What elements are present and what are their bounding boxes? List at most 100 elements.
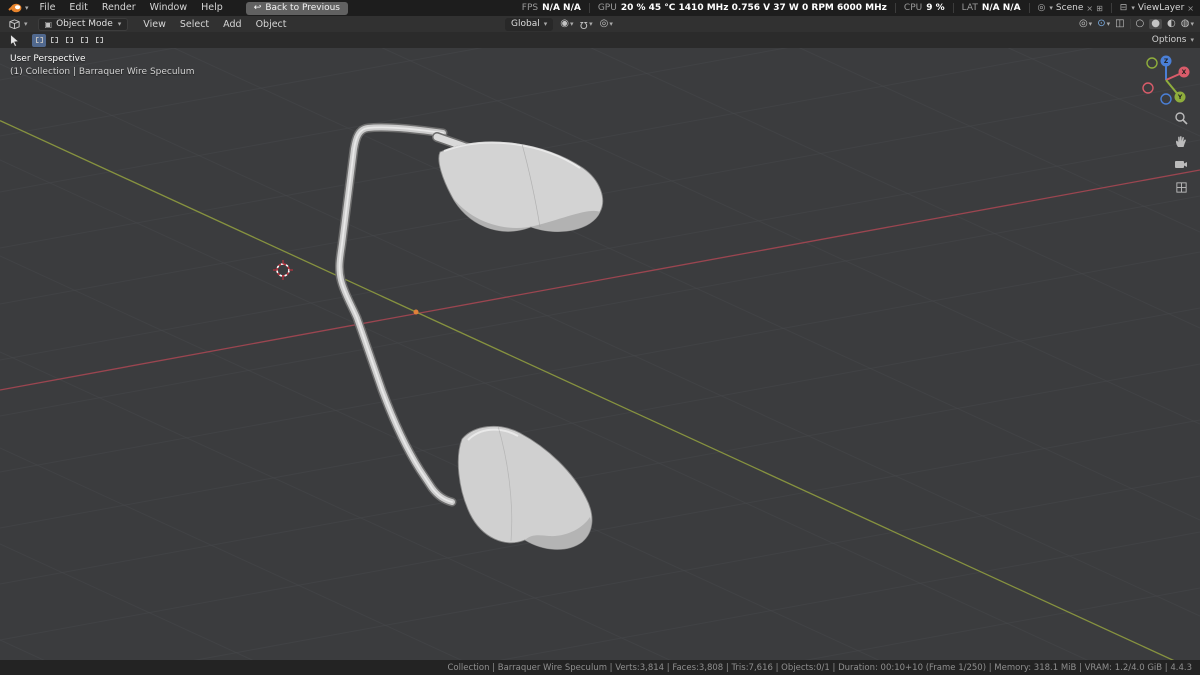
svg-text:X: X <box>1182 69 1187 76</box>
mode-label: Object Mode <box>56 19 113 29</box>
orientation-label: Global <box>511 19 540 29</box>
divider <box>1129 19 1131 29</box>
camera-view-button[interactable] <box>1173 156 1189 172</box>
select-tool-group <box>32 33 106 47</box>
blender-menu-button[interactable]: ▾ <box>4 2 33 14</box>
navigation-gizmo[interactable]: Z X Y <box>1140 52 1192 108</box>
shading-material-icon: ◐ <box>1167 18 1176 29</box>
menu-file[interactable]: File <box>33 0 63 16</box>
unlink-scene-icon[interactable]: × <box>1086 4 1093 13</box>
menu-edit[interactable]: Edit <box>62 0 94 16</box>
back-icon: ↩ <box>253 3 262 13</box>
gizmo-y-neg[interactable] <box>1146 57 1158 69</box>
fps-label: FPS <box>521 3 539 13</box>
shading-wireframe-button[interactable]: ○ <box>1136 19 1145 29</box>
menu-help[interactable]: Help <box>194 0 230 16</box>
active-object-overlay: (1) Collection | Barraquer Wire Speculum <box>10 67 195 77</box>
select-extend-tool-button[interactable] <box>47 34 61 47</box>
chevron-down-icon: ▾ <box>117 19 122 28</box>
viewlayer-name[interactable]: ViewLayer <box>1138 3 1184 13</box>
viewport-canvas[interactable] <box>0 48 1200 660</box>
menu-render[interactable]: Render <box>95 0 143 16</box>
select-invert-tool-button[interactable] <box>77 34 91 47</box>
zoom-button[interactable] <box>1173 110 1189 126</box>
viewport-nav-controls <box>1173 110 1189 195</box>
scene-selector[interactable]: ◎ ▾ Scene × ⊞ <box>1038 3 1103 13</box>
select-intersect-icon <box>95 37 103 43</box>
chevron-down-icon: ▾ <box>569 19 574 28</box>
shading-solid-icon: ● <box>1151 18 1161 29</box>
cpu-value: 9 % <box>926 3 945 13</box>
pan-button[interactable] <box>1173 133 1189 149</box>
pivot-icon: ◉ <box>560 18 569 29</box>
new-scene-icon[interactable]: ⊞ <box>1096 4 1103 13</box>
snap-toggle-button[interactable]: Ω ▾ <box>580 19 592 30</box>
menu-view[interactable]: View <box>136 19 173 30</box>
divider <box>1110 3 1112 13</box>
back-to-previous-button[interactable]: ↩ Back to Previous <box>245 1 348 15</box>
shading-rendered-button[interactable]: ◍ ▾ <box>1181 19 1194 29</box>
menu-select[interactable]: Select <box>173 19 216 30</box>
orientation-selector[interactable]: Global ▾ <box>505 17 554 31</box>
chevron-down-icon: ▾ <box>1049 3 1053 12</box>
fps-value: N/A N/A <box>542 3 581 13</box>
object-origin-dot[interactable] <box>413 309 419 315</box>
shading-material-button[interactable]: ◐ <box>1167 19 1176 29</box>
svg-text:Y: Y <box>1177 94 1183 101</box>
options-dropdown[interactable]: Options ▾ <box>1152 35 1194 45</box>
cpu-stat: CPU 9 % <box>904 3 945 13</box>
shading-rendered-icon: ◍ <box>1180 18 1190 29</box>
select-subtract-icon <box>65 37 73 43</box>
wire-highlight <box>338 126 453 503</box>
grid-lines-x <box>0 48 1200 660</box>
proportional-edit-button[interactable]: ◎ ▾ <box>600 19 613 29</box>
gizmo-x-neg[interactable] <box>1142 82 1154 94</box>
tweak-tool-button[interactable] <box>6 33 23 47</box>
xray-icon: ◫ <box>1115 18 1125 29</box>
select-invert-icon <box>80 37 88 43</box>
status-stats-text: Collection | Barraquer Wire Speculum | V… <box>447 662 1192 673</box>
fps-stat: FPS N/A N/A <box>522 3 581 13</box>
menu-add[interactable]: Add <box>216 19 248 30</box>
magnet-icon: Ω <box>580 19 589 30</box>
overlays-toggle-button[interactable]: ⊙ ▾ <box>1097 19 1110 29</box>
hand-icon <box>1176 136 1186 147</box>
scene-name[interactable]: Scene <box>1056 3 1083 13</box>
divider <box>1028 3 1030 13</box>
speculum-model[interactable] <box>334 122 604 550</box>
divider <box>952 3 954 13</box>
editor-type-button[interactable]: ▾ <box>6 18 30 30</box>
select-box-tool-button[interactable] <box>32 33 46 47</box>
select-box-icon <box>35 37 43 43</box>
gizmo-toggle-button[interactable]: ◎ ▾ <box>1079 19 1092 29</box>
shading-wireframe-icon: ○ <box>1135 18 1145 29</box>
gizmo-toggle-icon: ◎ <box>1078 18 1088 29</box>
gpu-stat: GPU 20 % 45 °C 1410 MHz 0.756 V 37 W 0 R… <box>598 3 887 13</box>
chevron-down-icon: ▾ <box>1088 19 1093 28</box>
mode-selector[interactable]: ▣ Object Mode ▾ <box>37 17 129 31</box>
chevron-down-icon: ▾ <box>25 3 29 12</box>
select-extend-icon <box>50 37 58 43</box>
viewlayer-selector[interactable]: ⊟ ▾ ViewLayer × <box>1120 3 1194 13</box>
chevron-down-icon: ▾ <box>24 19 28 28</box>
shading-solid-button[interactable]: ● <box>1149 18 1163 29</box>
gizmo-z-neg[interactable] <box>1160 93 1172 105</box>
pivot-point-button[interactable]: ◉ ▾ <box>560 19 573 29</box>
back-label: Back to Previous <box>265 3 340 13</box>
blender-logo-icon <box>8 3 22 13</box>
chevron-down-icon: ▾ <box>543 19 548 28</box>
viewport-editor-icon <box>9 19 20 30</box>
camera-icon <box>1175 161 1187 168</box>
viewport-3d[interactable]: User Perspective (1) Collection | Barraq… <box>0 48 1200 660</box>
topbar: ▾ File Edit Render Window Help ↩ Back to… <box>0 0 1200 16</box>
menu-window[interactable]: Window <box>143 0 194 16</box>
orthographic-toggle-button[interactable] <box>1173 179 1189 195</box>
topbar-stats: FPS N/A N/A GPU 20 % 45 °C 1410 MHz 0.75… <box>522 3 1196 13</box>
select-intersect-tool-button[interactable] <box>92 34 106 47</box>
select-subtract-tool-button[interactable] <box>62 34 76 47</box>
menu-object[interactable]: Object <box>249 19 294 30</box>
xray-toggle-button[interactable]: ◫ <box>1115 19 1124 29</box>
remove-viewlayer-icon[interactable]: × <box>1187 4 1194 13</box>
lat-stat: LAT N/A N/A <box>962 3 1021 13</box>
status-bar: Collection | Barraquer Wire Speculum | V… <box>0 660 1200 675</box>
